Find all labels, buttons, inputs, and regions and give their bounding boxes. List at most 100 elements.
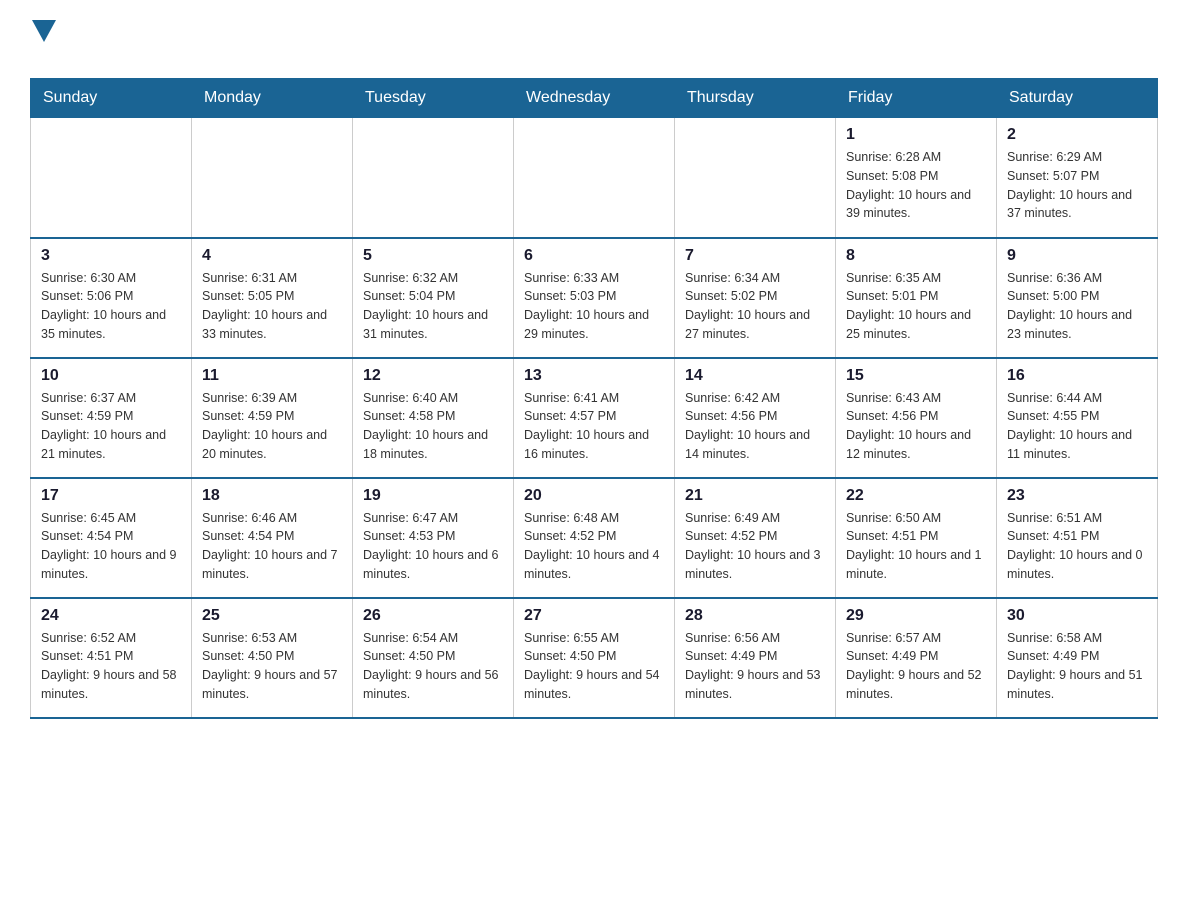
day-info: Sunrise: 6:28 AMSunset: 5:08 PMDaylight:… xyxy=(846,148,986,223)
day-number: 10 xyxy=(41,367,181,385)
calendar-cell: 16 Sunrise: 6:44 AMSunset: 4:55 PMDayligh… xyxy=(997,358,1158,478)
weekday-header-monday: Monday xyxy=(192,79,353,118)
day-info: Sunrise: 6:57 AMSunset: 4:49 PMDaylight:… xyxy=(846,629,986,704)
calendar-cell: 22 Sunrise: 6:50 AMSunset: 4:51 PMDayligh… xyxy=(836,478,997,598)
day-info: Sunrise: 6:55 AMSunset: 4:50 PMDaylight:… xyxy=(524,629,664,704)
day-number: 29 xyxy=(846,607,986,625)
day-info: Sunrise: 6:32 AMSunset: 5:04 PMDaylight:… xyxy=(363,269,503,344)
calendar-cell: 19 Sunrise: 6:47 AMSunset: 4:53 PMDayligh… xyxy=(353,478,514,598)
day-info: Sunrise: 6:49 AMSunset: 4:52 PMDaylight:… xyxy=(685,509,825,584)
calendar-cell: 20 Sunrise: 6:48 AMSunset: 4:52 PMDayligh… xyxy=(514,478,675,598)
day-number: 14 xyxy=(685,367,825,385)
day-info: Sunrise: 6:44 AMSunset: 4:55 PMDaylight:… xyxy=(1007,389,1147,464)
day-info: Sunrise: 6:37 AMSunset: 4:59 PMDaylight:… xyxy=(41,389,181,464)
calendar-cell: 4 Sunrise: 6:31 AMSunset: 5:05 PMDaylight… xyxy=(192,238,353,358)
day-info: Sunrise: 6:33 AMSunset: 5:03 PMDaylight:… xyxy=(524,269,664,344)
calendar-cell: 17 Sunrise: 6:45 AMSunset: 4:54 PMDayligh… xyxy=(31,478,192,598)
day-info: Sunrise: 6:42 AMSunset: 4:56 PMDaylight:… xyxy=(685,389,825,464)
weekday-header-thursday: Thursday xyxy=(675,79,836,118)
day-info: Sunrise: 6:58 AMSunset: 4:49 PMDaylight:… xyxy=(1007,629,1147,704)
weekday-header-saturday: Saturday xyxy=(997,79,1158,118)
day-info: Sunrise: 6:36 AMSunset: 5:00 PMDaylight:… xyxy=(1007,269,1147,344)
calendar-cell: 24Sunrise: 6:52 AMSunset: 4:51 PMDayligh… xyxy=(31,598,192,718)
day-number: 16 xyxy=(1007,367,1147,385)
day-number: 19 xyxy=(363,487,503,505)
calendar-cell: 14 Sunrise: 6:42 AMSunset: 4:56 PMDayligh… xyxy=(675,358,836,478)
day-info: Sunrise: 6:31 AMSunset: 5:05 PMDaylight:… xyxy=(202,269,342,344)
calendar-cell: 8 Sunrise: 6:35 AMSunset: 5:01 PMDaylight… xyxy=(836,238,997,358)
calendar-cell: 11 Sunrise: 6:39 AMSunset: 4:59 PMDayligh… xyxy=(192,358,353,478)
day-number: 18 xyxy=(202,487,342,505)
day-number: 20 xyxy=(524,487,664,505)
day-number: 17 xyxy=(41,487,181,505)
day-number: 5 xyxy=(363,247,503,265)
calendar-cell xyxy=(675,118,836,238)
day-info: Sunrise: 6:50 AMSunset: 4:51 PMDaylight:… xyxy=(846,509,986,584)
day-info: Sunrise: 6:48 AMSunset: 4:52 PMDaylight:… xyxy=(524,509,664,584)
day-number: 6 xyxy=(524,247,664,265)
day-info: Sunrise: 6:41 AMSunset: 4:57 PMDaylight:… xyxy=(524,389,664,464)
calendar-week-row: 24Sunrise: 6:52 AMSunset: 4:51 PMDayligh… xyxy=(31,598,1158,718)
day-number: 26 xyxy=(363,607,503,625)
calendar-cell xyxy=(353,118,514,238)
calendar-cell: 2 Sunrise: 6:29 AMSunset: 5:07 PMDaylight… xyxy=(997,118,1158,238)
day-info: Sunrise: 6:39 AMSunset: 4:59 PMDaylight:… xyxy=(202,389,342,464)
calendar-cell xyxy=(192,118,353,238)
day-info: Sunrise: 6:43 AMSunset: 4:56 PMDaylight:… xyxy=(846,389,986,464)
day-number: 12 xyxy=(363,367,503,385)
calendar-header-row: SundayMondayTuesdayWednesdayThursdayFrid… xyxy=(31,79,1158,118)
day-number: 22 xyxy=(846,487,986,505)
calendar-week-row: 1 Sunrise: 6:28 AMSunset: 5:08 PMDaylight… xyxy=(31,118,1158,238)
calendar-cell: 26 Sunrise: 6:54 AMSunset: 4:50 PMDayligh… xyxy=(353,598,514,718)
calendar-cell: 5 Sunrise: 6:32 AMSunset: 5:04 PMDaylight… xyxy=(353,238,514,358)
day-info: Sunrise: 6:52 AMSunset: 4:51 PMDaylight:… xyxy=(41,629,181,704)
day-info: Sunrise: 6:34 AMSunset: 5:02 PMDaylight:… xyxy=(685,269,825,344)
weekday-header-wednesday: Wednesday xyxy=(514,79,675,118)
logo xyxy=(30,20,58,68)
weekday-header-sunday: Sunday xyxy=(31,79,192,118)
day-info: Sunrise: 6:45 AMSunset: 4:54 PMDaylight:… xyxy=(41,509,181,584)
day-info: Sunrise: 6:40 AMSunset: 4:58 PMDaylight:… xyxy=(363,389,503,464)
calendar-cell: 13 Sunrise: 6:41 AMSunset: 4:57 PMDayligh… xyxy=(514,358,675,478)
day-number: 30 xyxy=(1007,607,1147,625)
calendar-cell: 25Sunrise: 6:53 AMSunset: 4:50 PMDayligh… xyxy=(192,598,353,718)
day-number: 11 xyxy=(202,367,342,385)
day-info: Sunrise: 6:29 AMSunset: 5:07 PMDaylight:… xyxy=(1007,148,1147,223)
day-info: Sunrise: 6:56 AMSunset: 4:49 PMDaylight:… xyxy=(685,629,825,704)
day-number: 2 xyxy=(1007,126,1147,144)
day-number: 27 xyxy=(524,607,664,625)
day-number: 9 xyxy=(1007,247,1147,265)
calendar-table: SundayMondayTuesdayWednesdayThursdayFrid… xyxy=(30,78,1158,719)
day-info: Sunrise: 6:51 AMSunset: 4:51 PMDaylight:… xyxy=(1007,509,1147,584)
day-info: Sunrise: 6:46 AMSunset: 4:54 PMDaylight:… xyxy=(202,509,342,584)
day-info: Sunrise: 6:47 AMSunset: 4:53 PMDaylight:… xyxy=(363,509,503,584)
day-number: 3 xyxy=(41,247,181,265)
calendar-cell: 12 Sunrise: 6:40 AMSunset: 4:58 PMDayligh… xyxy=(353,358,514,478)
day-number: 7 xyxy=(685,247,825,265)
calendar-week-row: 17 Sunrise: 6:45 AMSunset: 4:54 PMDayligh… xyxy=(31,478,1158,598)
calendar-cell: 10 Sunrise: 6:37 AMSunset: 4:59 PMDayligh… xyxy=(31,358,192,478)
calendar-cell: 28 Sunrise: 6:56 AMSunset: 4:49 PMDayligh… xyxy=(675,598,836,718)
calendar-cell: 7 Sunrise: 6:34 AMSunset: 5:02 PMDaylight… xyxy=(675,238,836,358)
logo-triangle-icon xyxy=(32,20,56,42)
day-number: 8 xyxy=(846,247,986,265)
calendar-week-row: 3Sunrise: 6:30 AMSunset: 5:06 PMDaylight… xyxy=(31,238,1158,358)
calendar-cell: 23Sunrise: 6:51 AMSunset: 4:51 PMDayligh… xyxy=(997,478,1158,598)
day-number: 21 xyxy=(685,487,825,505)
day-number: 4 xyxy=(202,247,342,265)
day-info: Sunrise: 6:35 AMSunset: 5:01 PMDaylight:… xyxy=(846,269,986,344)
page-header xyxy=(30,20,1158,68)
calendar-cell: 21 Sunrise: 6:49 AMSunset: 4:52 PMDayligh… xyxy=(675,478,836,598)
day-number: 13 xyxy=(524,367,664,385)
calendar-cell xyxy=(514,118,675,238)
calendar-cell: 27 Sunrise: 6:55 AMSunset: 4:50 PMDayligh… xyxy=(514,598,675,718)
calendar-cell: 29 Sunrise: 6:57 AMSunset: 4:49 PMDayligh… xyxy=(836,598,997,718)
day-number: 1 xyxy=(846,126,986,144)
calendar-cell: 9 Sunrise: 6:36 AMSunset: 5:00 PMDaylight… xyxy=(997,238,1158,358)
weekday-header-friday: Friday xyxy=(836,79,997,118)
weekday-header-tuesday: Tuesday xyxy=(353,79,514,118)
calendar-cell: 1 Sunrise: 6:28 AMSunset: 5:08 PMDaylight… xyxy=(836,118,997,238)
day-number: 28 xyxy=(685,607,825,625)
day-number: 25 xyxy=(202,607,342,625)
day-info: Sunrise: 6:54 AMSunset: 4:50 PMDaylight:… xyxy=(363,629,503,704)
